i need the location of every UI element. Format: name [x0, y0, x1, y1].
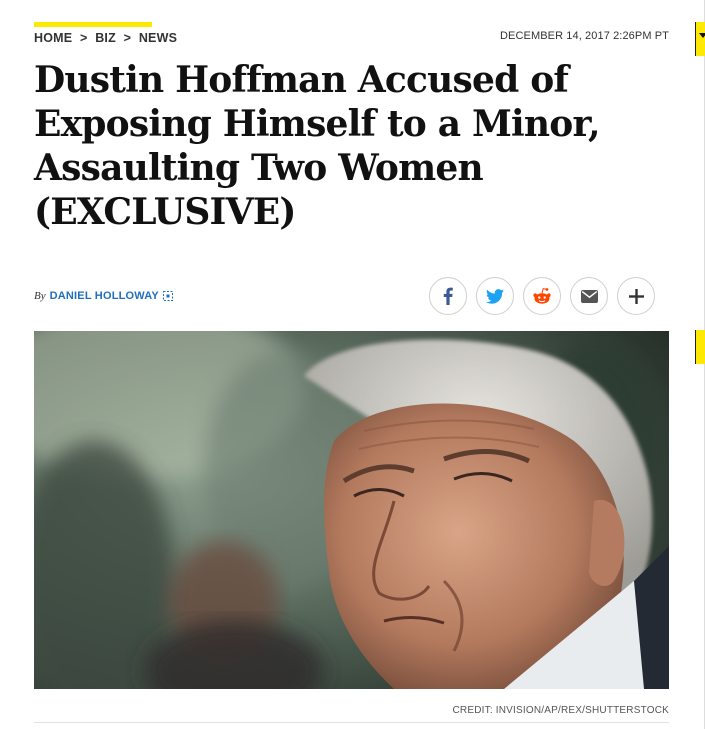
photo-credit: CREDIT: INVISION/AP/REX/SHUTTERSTOCK: [452, 705, 669, 716]
breadcrumb-separator: >: [123, 31, 132, 45]
byline: By DANIEL HOLLOWAY: [34, 290, 173, 302]
author-link[interactable]: DANIEL HOLLOWAY: [50, 290, 159, 302]
share-reddit-button[interactable]: [523, 277, 561, 315]
share-email-button[interactable]: [570, 277, 608, 315]
side-tab-top[interactable]: [695, 22, 705, 56]
accent-bar: [34, 22, 152, 27]
email-icon: [580, 289, 598, 303]
publish-date: DECEMBER 14, 2017 2:26PM PT: [500, 30, 669, 42]
hero-photo[interactable]: [34, 331, 669, 689]
facebook-icon: [443, 287, 453, 305]
twitter-icon: [486, 288, 504, 304]
author-profile-icon[interactable]: [162, 291, 173, 301]
breadcrumb-biz[interactable]: BIZ: [95, 31, 116, 45]
chevron-down-icon[interactable]: [699, 33, 705, 38]
plus-icon: [628, 288, 644, 304]
breadcrumb-news[interactable]: NEWS: [139, 31, 177, 45]
share-buttons: [429, 277, 655, 315]
byline-by: By: [34, 290, 46, 302]
breadcrumb-home[interactable]: HOME: [34, 31, 72, 45]
article-header: HOME > BIZ > NEWS DECEMBER 14, 2017 2:26…: [34, 0, 669, 729]
breadcrumb: HOME > BIZ > NEWS: [34, 31, 177, 45]
portrait-image: [34, 331, 669, 689]
reddit-icon: [533, 288, 551, 304]
breadcrumb-separator: >: [80, 31, 88, 45]
share-facebook-button[interactable]: [429, 277, 467, 315]
side-tab-middle[interactable]: [695, 330, 705, 364]
divider: [34, 722, 669, 723]
share-twitter-button[interactable]: [476, 277, 514, 315]
share-more-button[interactable]: [617, 277, 655, 315]
article-headline: Dustin Hoffman Accused of Exposing Himse…: [34, 59, 601, 233]
